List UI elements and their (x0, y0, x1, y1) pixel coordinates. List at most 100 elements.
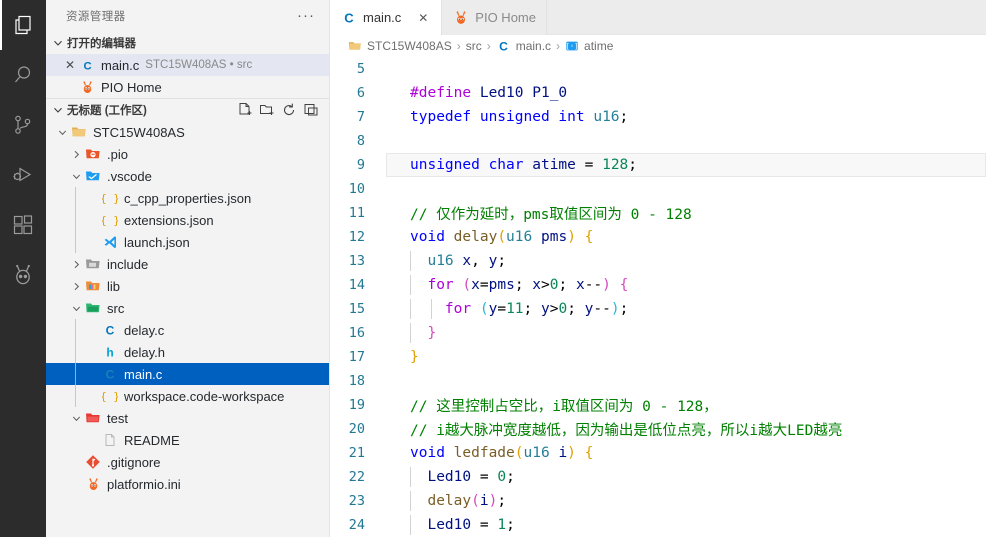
code-editor[interactable]: 5 6 #define Led10 P1_0 7 typedef unsigne… (330, 57, 986, 537)
open-editor-item-main-c[interactable]: ✕ C main.c STC15W408AS • src (46, 54, 329, 76)
line-content: delay(i); (387, 491, 506, 511)
activity-item-search[interactable] (0, 50, 46, 100)
open-editor-item-pio-home[interactable]: PIO Home (46, 76, 329, 98)
chevron-right-icon[interactable] (68, 149, 84, 160)
tree-item-gitignore[interactable]: .gitignore (46, 451, 329, 473)
line-number: 11 (348, 205, 365, 221)
line-content: for (y=11; y>0; y--); (387, 299, 628, 319)
code-line[interactable]: 19 // 这里控制占空比，i取值区间为 0 - 128， (330, 393, 986, 417)
tree-item-delay-c[interactable]: C delay.c (46, 319, 329, 341)
tree-item-label: main.c (124, 366, 163, 382)
chevron-down-icon (50, 104, 66, 116)
chevron-down-icon[interactable] (54, 127, 70, 138)
variable-symbol-icon: [◦] (565, 39, 579, 53)
tree-item-label: launch.json (124, 234, 190, 250)
tree-item-launch-json[interactable]: launch.json (46, 231, 329, 253)
tree-item-workspace-code-workspace[interactable]: { } workspace.code-workspace (46, 385, 329, 407)
code-line[interactable]: 12 void delay(u16 pms) { (330, 225, 986, 249)
close-icon[interactable]: ✕ (415, 11, 431, 25)
chevron-down-icon[interactable] (68, 171, 84, 182)
extensions-icon (11, 213, 35, 237)
code-line[interactable]: 21 void ledfade(u16 i) { (330, 441, 986, 465)
line-content: Led10 = 0; (387, 467, 515, 487)
activity-item-platformio[interactable] (0, 250, 46, 300)
source-control-icon (11, 113, 35, 137)
workspace-actions (235, 100, 329, 120)
files-icon (11, 13, 35, 37)
svg-text:C: C (106, 324, 115, 338)
folder-test-icon (84, 410, 102, 426)
breadcrumb-item-file[interactable]: C main.c (496, 39, 551, 54)
line-number: 12 (348, 229, 365, 245)
code-line[interactable]: 16 } (330, 321, 986, 345)
line-content: } (387, 323, 436, 343)
chevron-down-icon[interactable] (68, 303, 84, 314)
platformio-ant-icon (453, 10, 469, 26)
line-content: // 仅作为延时，pms取值区间为 0 - 128 (410, 206, 692, 223)
code-line[interactable]: 13 u16 x, y; (330, 249, 986, 273)
tab-main-c[interactable]: C main.c ✕ (330, 0, 443, 35)
tree-item-test[interactable]: test (46, 407, 329, 429)
tree-item-stc15w408as[interactable]: STC15W408AS (46, 121, 329, 143)
close-icon[interactable]: ✕ (62, 58, 78, 72)
code-line[interactable]: 23 delay(i); (330, 489, 986, 513)
tree-item-label: STC15W408AS (93, 124, 185, 140)
code-line[interactable]: 20 // i越大脉冲宽度越低，因为输出是低位点亮，所以i越大LED越亮 (330, 417, 986, 441)
tree-item-c-cpp-properties-json[interactable]: { } c_cpp_properties.json (46, 187, 329, 209)
section-open-editors[interactable]: 打开的编辑器 (46, 32, 329, 54)
code-line[interactable]: 5 (330, 57, 986, 81)
collapse-all-icon[interactable] (301, 100, 321, 120)
tab-bar-filler (546, 0, 986, 34)
code-line[interactable]: 14 for (x=pms; x>0; x--) { (330, 273, 986, 297)
c-file-icon: C (101, 322, 119, 338)
tree-item-label: delay.h (124, 344, 165, 360)
code-line[interactable]: 22 Led10 = 0; (330, 465, 986, 489)
more-actions-icon[interactable]: ··· (291, 8, 321, 23)
section-workspace[interactable]: 无标题 (工作区) (46, 99, 329, 121)
code-line-current[interactable]: 9 unsigned char atime = 128; (330, 153, 986, 177)
tree-item-extensions-json[interactable]: { } extensions.json (46, 209, 329, 231)
tab-pio-home[interactable]: PIO Home (442, 0, 547, 35)
code-line[interactable]: 8 (330, 129, 986, 153)
breadcrumb-item-project[interactable]: STC15W408AS (348, 39, 452, 53)
line-number: 6 (356, 85, 365, 101)
code-line[interactable]: 11 // 仅作为延时，pms取值区间为 0 - 128 (330, 201, 986, 225)
tree-item-vscode[interactable]: .vscode (46, 165, 329, 187)
new-file-icon[interactable] (235, 100, 255, 120)
chevron-down-icon[interactable] (68, 413, 84, 424)
chevron-right-icon[interactable] (68, 259, 84, 270)
folder-root-icon (348, 39, 362, 53)
code-line[interactable]: 18 (330, 369, 986, 393)
line-number: 21 (348, 445, 365, 461)
refresh-icon[interactable] (279, 100, 299, 120)
code-line[interactable]: 10 (330, 177, 986, 201)
tree-item-delay-h[interactable]: h delay.h (46, 341, 329, 363)
activity-item-source-control[interactable] (0, 100, 46, 150)
code-line[interactable]: 6 #define Led10 P1_0 (330, 81, 986, 105)
tree-item-include[interactable]: include (46, 253, 329, 275)
code-line[interactable]: 15 for (y=11; y>0; y--); (330, 297, 986, 321)
code-line[interactable]: 17 } (330, 345, 986, 369)
activity-item-explorer[interactable] (0, 0, 46, 50)
activity-item-extensions[interactable] (0, 200, 46, 250)
tree-item-src[interactable]: src (46, 297, 329, 319)
breadcrumb-separator: › (556, 39, 561, 53)
tree-item-readme[interactable]: README (46, 429, 329, 451)
chevron-down-icon (50, 37, 66, 49)
tree-item-label: platformio.ini (107, 476, 181, 492)
tree-item-pio[interactable]: .pio (46, 143, 329, 165)
chevron-right-icon[interactable] (68, 281, 84, 292)
code-line[interactable]: 24 Led10 = 1; (330, 513, 986, 537)
tree-item-lib[interactable]: lib (46, 275, 329, 297)
code-line[interactable]: 7 typedef unsigned int u16; (330, 105, 986, 129)
tree-item-main-c[interactable]: C main.c (46, 363, 329, 385)
tree-item-platformio-ini[interactable]: platformio.ini (46, 473, 329, 495)
tree-item-label: .pio (107, 146, 128, 162)
breadcrumb-item-symbol[interactable]: [◦] atime (565, 39, 614, 53)
new-folder-icon[interactable] (257, 100, 277, 120)
platformio-ant-icon (84, 477, 102, 492)
breadcrumb-item-src[interactable]: src (466, 39, 482, 53)
json-icon: { } (101, 190, 119, 206)
activity-item-run-and-debug[interactable] (0, 150, 46, 200)
tree-item-label: test (107, 410, 128, 426)
